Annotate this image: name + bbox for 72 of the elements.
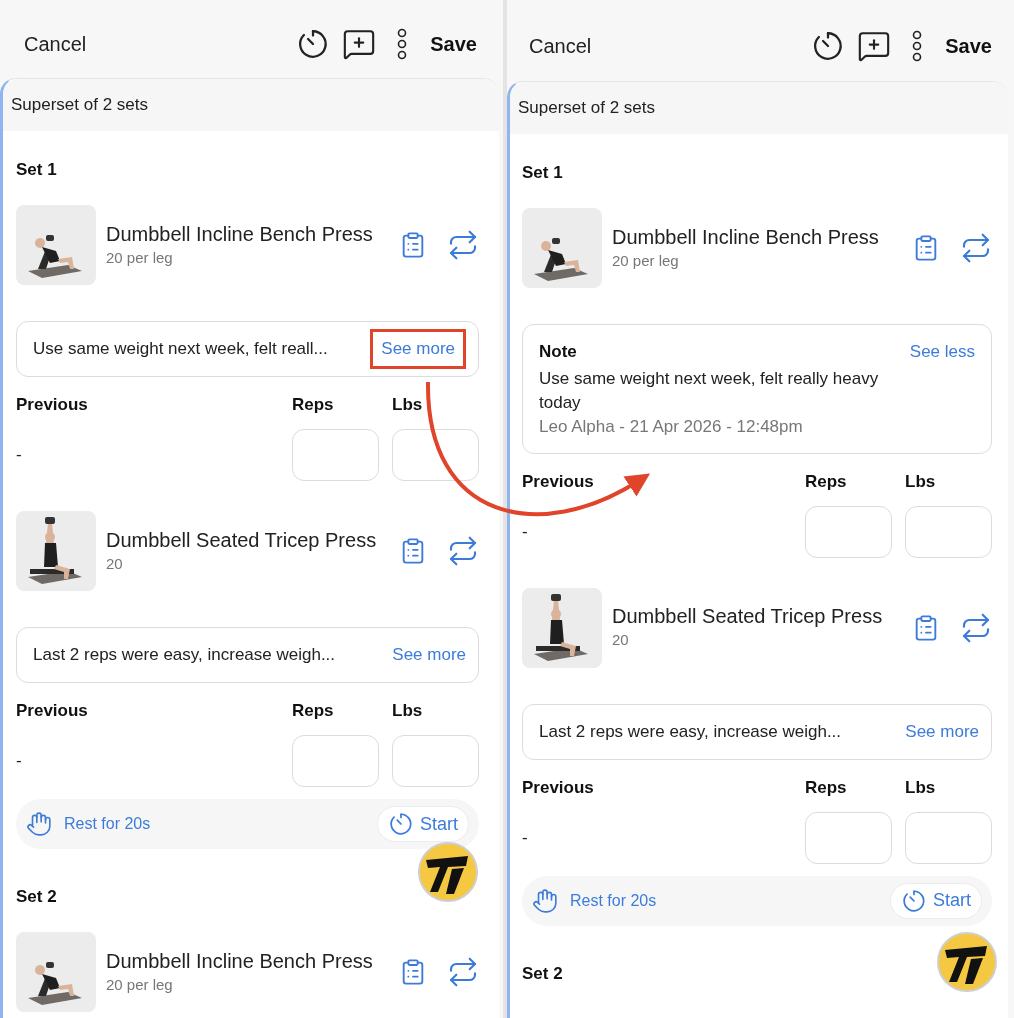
- exercise-name[interactable]: Dumbbell Seated Tricep Press: [612, 603, 910, 630]
- set-title: Set 1: [16, 159, 58, 181]
- previous-value: -: [522, 521, 528, 541]
- set-title: Set 1: [522, 162, 564, 184]
- rest-label: Rest for 20s: [570, 890, 658, 911]
- note-text: Last 2 reps were easy, increase weigh...: [33, 644, 336, 667]
- column-header: Lbs: [392, 394, 424, 417]
- exercise-detail: 20: [106, 553, 124, 574]
- hand-icon: [532, 887, 558, 914]
- exercise-name[interactable]: Dumbbell Incline Bench Press: [106, 220, 397, 247]
- cancel-button[interactable]: Cancel: [24, 29, 87, 59]
- note-text: Use same weight next week, felt reall...: [33, 338, 328, 361]
- timer-icon: [388, 811, 414, 837]
- exercise-detail: 20 per leg: [106, 247, 174, 268]
- exercise-detail: 20 per leg: [106, 974, 174, 995]
- exercise-detail: 20 per leg: [612, 250, 680, 271]
- logo-icon[interactable]: [937, 932, 997, 992]
- superset-title: Superset of 2 sets: [518, 97, 656, 120]
- exercise-detail: 20: [612, 630, 630, 651]
- save-button[interactable]: Save: [945, 30, 992, 61]
- exercise-name[interactable]: Dumbbell Incline Bench Press: [612, 223, 910, 250]
- see-more-link[interactable]: See more: [370, 329, 466, 369]
- lbs-field[interactable]: [392, 735, 479, 787]
- column-header: Reps: [805, 470, 848, 493]
- note-meta: Leo Alpha - 21 Apr 2026 - 12:48pm: [539, 415, 804, 438]
- column-header: Lbs: [905, 470, 937, 493]
- exercise-name[interactable]: Dumbbell Seated Tricep Press: [106, 526, 397, 553]
- swap-icon[interactable]: [447, 229, 479, 261]
- note-heading: Note: [539, 341, 577, 363]
- reps-field[interactable]: [292, 429, 379, 481]
- hand-icon: [26, 811, 52, 837]
- add-comment-icon[interactable]: [342, 27, 377, 61]
- logo-icon[interactable]: [418, 842, 478, 902]
- column-header: Previous: [522, 470, 595, 493]
- reps-field[interactable]: [805, 505, 892, 558]
- set-title: Set 2: [522, 962, 564, 985]
- lbs-field[interactable]: [392, 429, 479, 481]
- previous-value: -: [16, 751, 22, 771]
- more-options-icon[interactable]: [911, 29, 924, 62]
- swap-icon[interactable]: [447, 535, 479, 567]
- swap-icon[interactable]: [447, 956, 479, 988]
- swap-icon[interactable]: [960, 611, 992, 644]
- lbs-field[interactable]: [905, 505, 992, 558]
- column-header: Previous: [522, 776, 595, 799]
- previous-value: -: [522, 827, 528, 847]
- more-options-icon[interactable]: [396, 28, 409, 60]
- lbs-field[interactable]: [905, 811, 992, 864]
- start-button[interactable]: Start: [890, 882, 982, 919]
- column-header: Lbs: [905, 776, 937, 799]
- set-title: Set 2: [16, 886, 58, 908]
- reps-field[interactable]: [292, 735, 379, 787]
- column-header: Previous: [16, 700, 89, 723]
- note-text: Use same weight next week, felt really heavy today: [539, 367, 880, 414]
- swap-icon[interactable]: [960, 232, 992, 264]
- cancel-button[interactable]: Cancel: [529, 30, 592, 61]
- previous-value: -: [16, 445, 22, 465]
- see-more-link[interactable]: See less: [909, 339, 975, 365]
- note-text: Last 2 reps were easy, increase weigh...: [539, 720, 842, 743]
- superset-title: Superset of 2 sets: [11, 94, 149, 117]
- rest-label: Rest for 20s: [64, 814, 152, 834]
- see-more-link[interactable]: See more: [905, 718, 979, 745]
- column-header: Previous: [16, 394, 89, 417]
- see-more-link[interactable]: See more: [392, 642, 466, 668]
- column-header: Reps: [292, 700, 335, 723]
- timer-icon: [901, 887, 927, 914]
- save-button[interactable]: Save: [430, 29, 477, 59]
- column-header: Reps: [805, 776, 848, 799]
- start-button[interactable]: Start: [377, 806, 469, 842]
- reps-field[interactable]: [805, 811, 892, 864]
- exercise-name[interactable]: Dumbbell Incline Bench Press: [106, 947, 397, 974]
- column-header: Lbs: [392, 700, 424, 723]
- column-header: Reps: [292, 394, 335, 417]
